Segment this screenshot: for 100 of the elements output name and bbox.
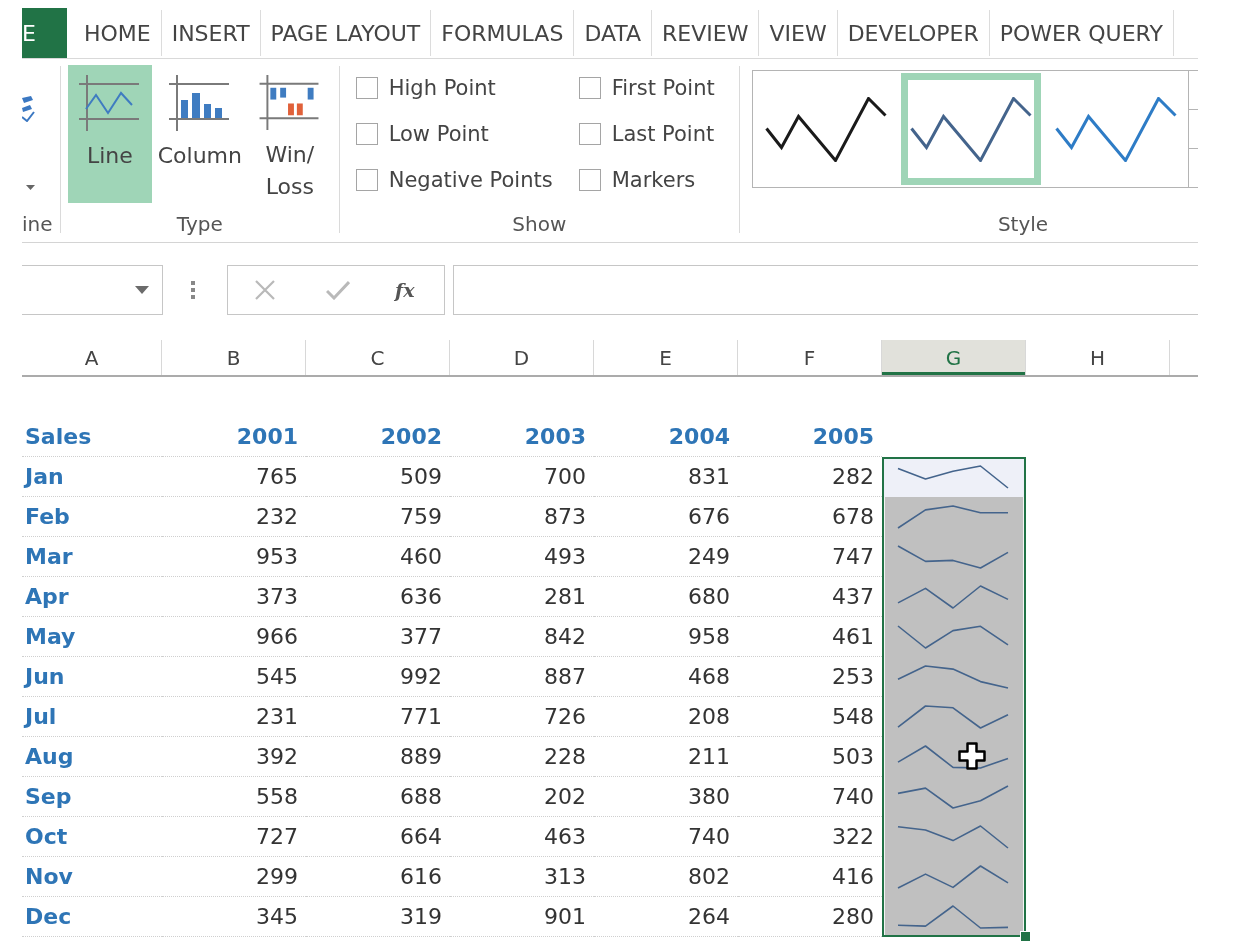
table-cell: 380 — [688, 784, 730, 809]
table-cell: 509 — [400, 464, 442, 489]
row-label-cell: Jun — [25, 664, 65, 689]
table-cell: 228 — [544, 744, 586, 769]
gallery-scroll-button[interactable] — [1188, 110, 1198, 149]
fill-handle[interactable] — [1020, 931, 1031, 942]
checkbox-label[interactable]: First Point — [611, 76, 715, 100]
table-cell: 771 — [400, 704, 442, 729]
table-header-cell: 2003 — [524, 424, 586, 449]
table-cell: 958 — [688, 624, 730, 649]
table-cell: 688 — [400, 784, 442, 809]
table-cell: 249 — [688, 544, 730, 569]
ribbon-tab[interactable]: POWER QUERY — [989, 10, 1174, 56]
table-cell: 208 — [688, 704, 730, 729]
table-cell: 545 — [256, 664, 298, 689]
table-cell: 468 — [688, 664, 730, 689]
dropdown-caret-icon[interactable] — [135, 286, 149, 294]
gallery-scroll-button[interactable] — [1188, 71, 1198, 110]
caret-icon[interactable] — [26, 185, 35, 190]
ribbon-tab[interactable]: PAGE LAYOUT — [260, 10, 432, 56]
ribbon-tab[interactable]: VIEW — [759, 10, 838, 56]
table-cell: 740 — [832, 784, 874, 809]
table-cell: 416 — [832, 864, 874, 889]
table-cell: 253 — [832, 664, 874, 689]
line-chart-icon — [78, 75, 141, 131]
table-cell: 678 — [832, 504, 874, 529]
checkbox[interactable] — [578, 169, 601, 191]
table-cell: 280 — [832, 904, 874, 929]
file-tab[interactable]: E — [22, 8, 67, 58]
row-label-cell: Aug — [25, 744, 74, 769]
table-cell: 322 — [832, 824, 874, 849]
checkbox-label[interactable]: Last Point — [611, 122, 715, 146]
row-label-cell: Dec — [25, 904, 72, 929]
table-header-cell: 2005 — [812, 424, 874, 449]
table-cell: 676 — [688, 504, 730, 529]
checkbox[interactable] — [355, 123, 378, 145]
pencil-icon[interactable] — [22, 96, 35, 122]
table-cell: 493 — [544, 544, 586, 569]
table-header-cell: 2002 — [380, 424, 442, 449]
table-cell: 664 — [400, 824, 442, 849]
checkbox-label[interactable]: High Point — [388, 76, 496, 100]
table-cell: 319 — [400, 904, 442, 929]
table-header-cell: 2004 — [668, 424, 730, 449]
checkbox-label[interactable]: Negative Points — [388, 168, 553, 192]
ribbon-tab[interactable]: REVIEW — [652, 10, 760, 56]
table-cell: 700 — [544, 464, 586, 489]
group-label: Type — [175, 211, 224, 238]
table-cell: 299 — [256, 864, 298, 889]
letter-heading[interactable]: D — [450, 340, 594, 375]
letter-heading[interactable]: A — [22, 340, 162, 375]
table-header-cell: 2001 — [236, 424, 298, 449]
group-label: Style — [996, 211, 1050, 238]
table-cell: 231 — [256, 704, 298, 729]
table-cell: 842 — [544, 624, 586, 649]
table-cell: 503 — [832, 744, 874, 769]
row-label-cell: Feb — [25, 504, 70, 529]
formula-input[interactable] — [453, 265, 1198, 315]
chart-type-button[interactable]: Win/ Loss — [247, 65, 332, 203]
ribbon-tab[interactable]: FORMULAS — [431, 10, 575, 56]
letter-heading[interactable]: C — [306, 340, 450, 375]
table-cell: 726 — [544, 704, 586, 729]
letter-heading[interactable]: H — [1026, 340, 1170, 375]
row-label-cell: Jan — [25, 464, 64, 489]
checkbox-label[interactable]: Markers — [611, 168, 696, 192]
ribbon-tab[interactable]: DATA — [574, 10, 653, 56]
table-cell: 313 — [544, 864, 586, 889]
table-cell: 461 — [832, 624, 874, 649]
row-label-cell: Sep — [25, 784, 72, 809]
insert-function-button[interactable]: fx — [395, 279, 415, 301]
table-cell: 232 — [256, 504, 298, 529]
table-cell: 558 — [256, 784, 298, 809]
checkbox[interactable] — [355, 169, 378, 191]
chart-type-button[interactable]: Column — [153, 65, 246, 203]
table-cell: 345 — [256, 904, 298, 929]
drag-handle-icon[interactable] — [191, 281, 195, 299]
ribbon-tab[interactable]: INSERT — [161, 10, 261, 56]
table-cell: 873 — [544, 504, 586, 529]
checkbox[interactable] — [578, 123, 601, 145]
table-cell: 889 — [400, 744, 442, 769]
table-cell: 282 — [832, 464, 874, 489]
checkbox[interactable] — [355, 77, 378, 99]
checkbox[interactable] — [578, 77, 601, 99]
letter-heading[interactable]: E — [594, 340, 738, 375]
sparkline-style-option[interactable] — [901, 73, 1041, 185]
group-label: Show — [511, 211, 568, 238]
table-header-cell: Sales — [25, 424, 92, 449]
table-cell: 802 — [688, 864, 730, 889]
checkbox-label[interactable]: Low Point — [388, 122, 489, 146]
letter-heading[interactable]: G — [882, 340, 1026, 375]
table-cell: 281 — [544, 584, 586, 609]
row-label-cell: Mar — [25, 544, 73, 569]
chart-type-button[interactable]: Line — [67, 65, 152, 203]
table-cell: 887 — [544, 664, 586, 689]
ribbon-tab[interactable]: DEVELOPER — [837, 10, 990, 56]
letter-heading[interactable]: B — [162, 340, 306, 375]
table-cell: 727 — [256, 824, 298, 849]
table-cell: 392 — [256, 744, 298, 769]
table-cell: 740 — [688, 824, 730, 849]
ribbon-tab[interactable]: HOME — [73, 10, 162, 56]
table-cell: 759 — [400, 504, 442, 529]
